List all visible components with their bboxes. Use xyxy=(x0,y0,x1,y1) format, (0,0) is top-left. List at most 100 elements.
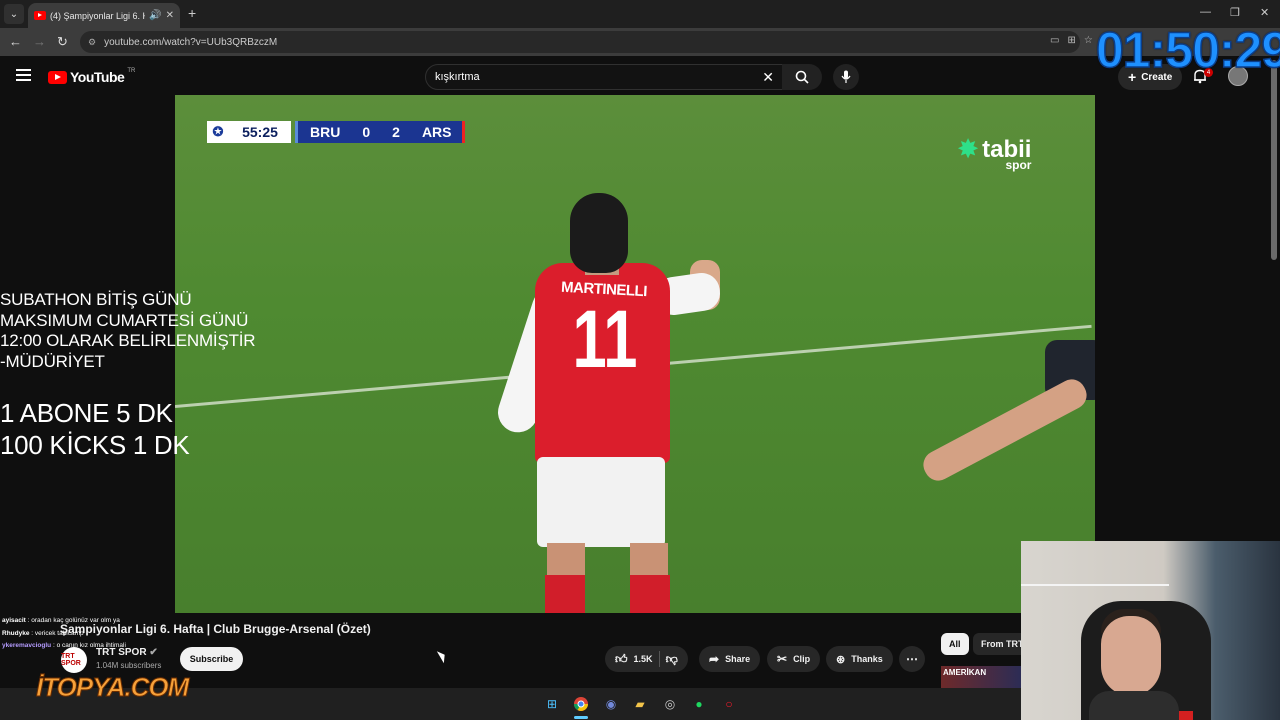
announcement-line: MAKSIMUM CUMARTESİ GÜNÜ xyxy=(0,310,249,330)
page-scrollbar[interactable] xyxy=(1271,60,1277,260)
youtube-header: YouTube TR kışkırtma ✕ + Create xyxy=(0,56,1280,96)
video-player[interactable]: ✪ 55:25 BRU 0 2 ARS ✸ tabii spor MARTINE… xyxy=(175,95,1095,613)
browser-tab-strip: ⌄ (4) Şampiyonlar Ligi 6. Hafta 🔊 ✕ + — … xyxy=(0,0,1280,28)
home-score: 0 xyxy=(362,124,371,140)
chat-text: oradan kaç golünüz var olm ya xyxy=(31,617,120,624)
back-arrow-icon[interactable]: ← xyxy=(9,34,22,49)
windows-start-icon[interactable]: ⊞ xyxy=(542,694,562,714)
chat-message: ayisacit : oradan kaç golünüz var olm ya xyxy=(2,617,120,624)
like-button[interactable]: 👍︎ 1.5K xyxy=(615,652,653,667)
shirt-number: 11 xyxy=(572,294,638,385)
spotify-icon[interactable]: ● xyxy=(689,694,709,714)
minimize-icon[interactable]: — xyxy=(1200,6,1211,18)
more-icon: ⋯ xyxy=(906,652,918,666)
bookmark-star-icon[interactable]: ☆ xyxy=(1084,35,1093,46)
browser-tab-active[interactable]: (4) Şampiyonlar Ligi 6. Hafta 🔊 ✕ xyxy=(28,3,180,28)
subscribe-button[interactable]: Subscribe xyxy=(180,647,243,671)
new-tab-button[interactable]: + xyxy=(188,5,196,21)
streamer-webcam xyxy=(1021,541,1280,720)
subathon-announcement: SUBATHON BİTİŞ GÜNÜ MAKSIMUM CUMARTESİ G… xyxy=(0,290,256,372)
broadcaster-logo: ✸ tabii spor xyxy=(958,135,1031,173)
thumbs-up-icon: 👍︎ xyxy=(615,651,628,666)
sponsor-logo: İTOPYA.COM xyxy=(35,672,189,703)
chrome-icon[interactable] xyxy=(571,694,591,714)
thumbs-down-icon: 👎︎ xyxy=(665,651,678,666)
clip-button[interactable]: ✂ Clip xyxy=(767,646,821,672)
address-bar[interactable]: ⚙ youtube.com/watch?v=UUb3QRBzczM xyxy=(80,31,1080,53)
away-score: 2 xyxy=(392,124,400,140)
more-actions-button[interactable]: ⋯ xyxy=(899,646,925,672)
related-video-thumbnail[interactable]: AMERİKAN xyxy=(941,666,1021,690)
region-code: TR xyxy=(127,68,136,74)
translate-icon[interactable]: ⊞ xyxy=(1067,35,1075,46)
speaker-icon[interactable]: 🔊 xyxy=(149,10,161,21)
search-input[interactable]: kışkırtma ✕ xyxy=(425,64,783,90)
champions-league-ball-icon: ✪ xyxy=(207,121,229,143)
chat-user: Rhudyke xyxy=(2,629,30,637)
webcam-background-shelf xyxy=(1021,541,1169,586)
player-left-sock xyxy=(545,575,585,613)
menu-icon[interactable] xyxy=(16,69,31,81)
player-left-leg xyxy=(547,543,585,577)
clip-label: Clip xyxy=(793,654,811,664)
site-info-icon[interactable]: ⚙ xyxy=(88,37,96,48)
tab-search-button[interactable]: ⌄ xyxy=(4,4,24,24)
share-button[interactable]: ➦ Share xyxy=(699,646,761,672)
youtube-favicon-icon xyxy=(34,11,46,20)
extension-icons: ▭ ⊞ ☆ xyxy=(1050,35,1093,46)
forward-arrow-icon[interactable]: → xyxy=(33,34,46,49)
tab-title: (4) Şampiyonlar Ligi 6. Hafta xyxy=(50,10,145,21)
away-team: ARS xyxy=(421,124,452,140)
opponent-arm xyxy=(918,374,1092,486)
chip-all[interactable]: All xyxy=(941,633,969,655)
youtube-logo-text: YouTube xyxy=(70,69,125,85)
cast-icon[interactable]: ▭ xyxy=(1050,35,1059,46)
stream-chat: ayisacit : oradan kaç golünüz var olm ya… xyxy=(2,615,162,653)
screen: ⌄ (4) Şampiyonlar Ligi 6. Hafta 🔊 ✕ + — … xyxy=(0,0,1280,720)
file-explorer-icon[interactable]: ▰ xyxy=(630,694,650,714)
restore-icon[interactable]: ❐ xyxy=(1230,6,1240,19)
opera-icon[interactable]: ○ xyxy=(719,694,739,714)
thanks-label: Thanks xyxy=(851,654,883,664)
thanks-button[interactable]: ⊛ Thanks xyxy=(826,646,893,672)
youtube-logo[interactable]: YouTube TR xyxy=(48,68,136,85)
chat-user: ayisacit xyxy=(2,617,26,624)
like-count: 1.5K xyxy=(633,654,653,664)
search-button[interactable] xyxy=(782,64,822,90)
discord-icon[interactable]: ◉ xyxy=(601,694,621,714)
active-app-indicator xyxy=(574,716,588,719)
dislike-button[interactable]: 👎︎ xyxy=(666,652,678,667)
subathon-rates: 1 ABONE 5 DK 100 KİCKS 1 DK xyxy=(0,397,190,461)
player-head xyxy=(570,193,628,273)
close-tab-icon[interactable]: ✕ xyxy=(166,10,174,21)
webcam-red-object xyxy=(1179,711,1193,720)
chat-message: Rhudyke : vericek tabicamp xyxy=(2,629,84,637)
announcement-line: -MÜDÜRİYET xyxy=(0,351,105,371)
tabii-flower-icon: ✸ xyxy=(958,136,979,163)
score-teams: BRU 0 2 ARS xyxy=(295,121,465,143)
rate-line: 100 KİCKS 1 DK xyxy=(0,430,190,460)
subathon-timer: 01:50:29 xyxy=(1095,22,1280,78)
streamer-face xyxy=(1101,616,1161,696)
search-icon xyxy=(795,70,809,84)
obs-icon[interactable]: ◎ xyxy=(660,694,680,714)
like-dislike-group: 👍︎ 1.5K 👎︎ xyxy=(605,646,688,672)
clear-search-icon[interactable]: ✕ xyxy=(762,69,774,86)
search-query: kışkırtma xyxy=(435,71,480,83)
scissors-icon: ✂ xyxy=(777,652,788,666)
match-clock: 55:25 xyxy=(229,121,291,143)
streamer-body xyxy=(1089,691,1179,720)
url-text: youtube.com/watch?v=UUb3QRBzczM xyxy=(104,36,278,48)
announcement-line: 12:00 OLARAK BELİRLENMİŞTİR xyxy=(0,331,256,350)
voice-search-button[interactable] xyxy=(833,64,859,90)
share-icon: ➦ xyxy=(709,652,720,666)
announcement-line: SUBATHON BİTİŞ GÜNÜ xyxy=(0,290,192,309)
subscriber-count: 1.04M subscribers xyxy=(96,661,162,670)
chat-text: vericek tabicamp xyxy=(34,629,84,637)
reload-icon[interactable]: ↻ xyxy=(57,34,68,50)
rate-line: 1 ABONE 5 DK xyxy=(0,398,173,428)
thanks-icon: ⊛ xyxy=(836,653,846,666)
home-team: BRU xyxy=(310,124,341,140)
player-right-sock xyxy=(630,575,670,613)
window-close-icon[interactable]: ✕ xyxy=(1260,6,1269,19)
